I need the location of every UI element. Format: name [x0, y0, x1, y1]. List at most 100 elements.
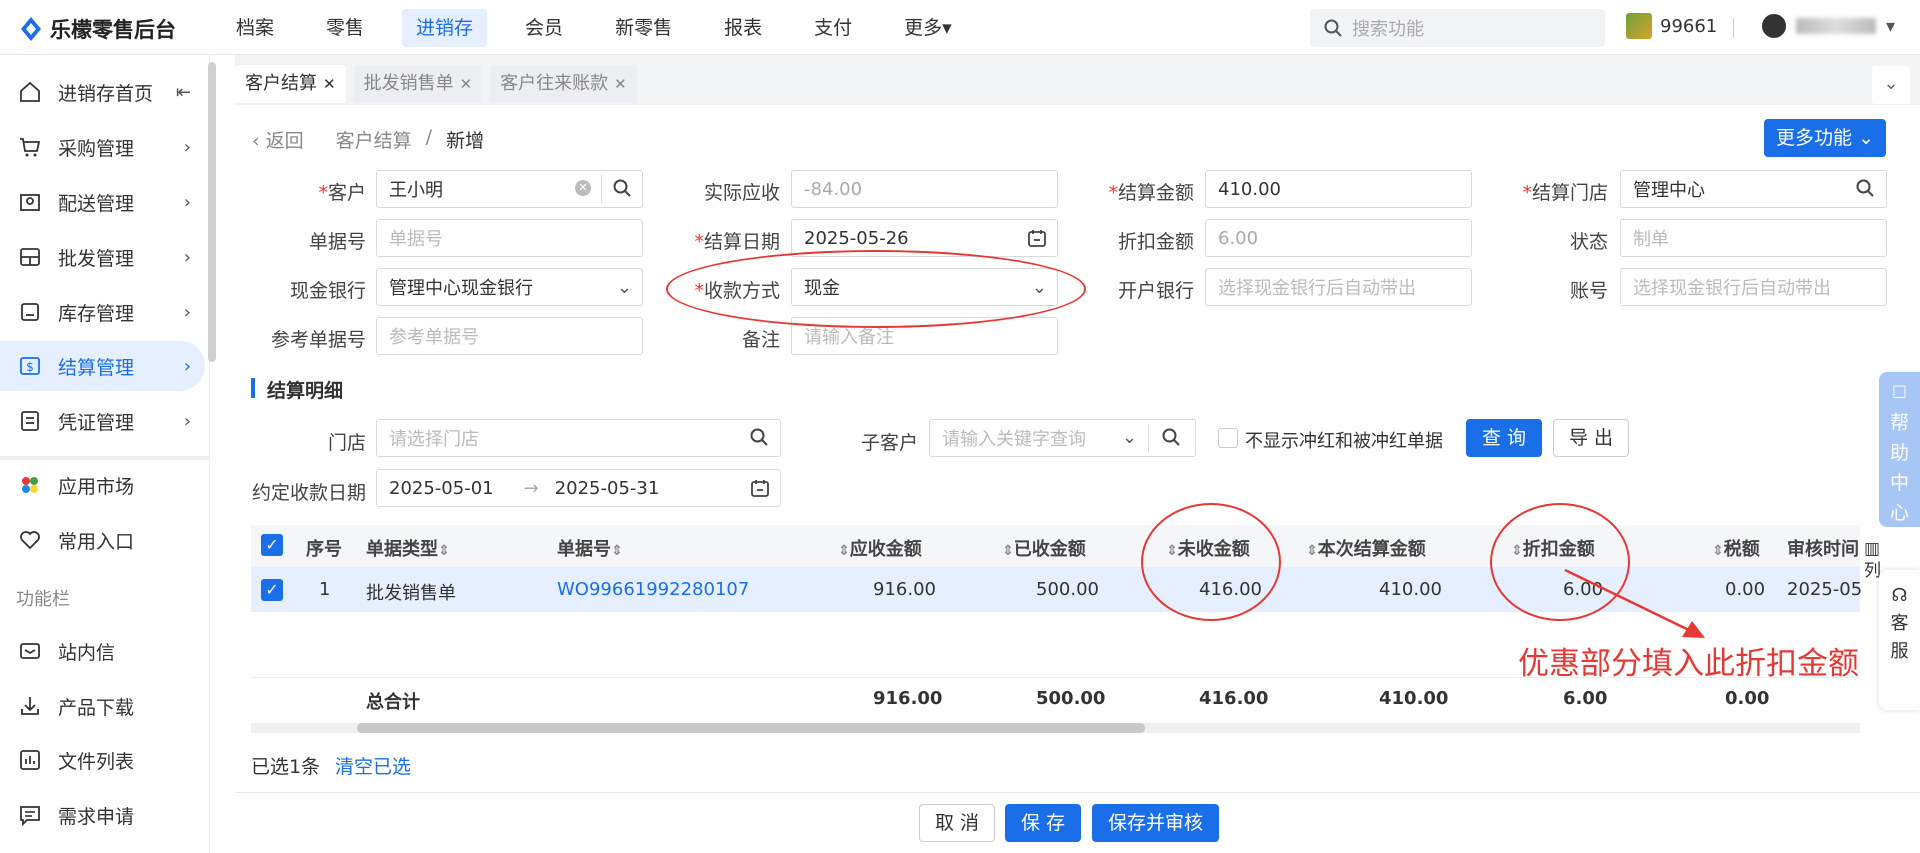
filter-store-field[interactable]: 请选择门店	[376, 419, 781, 457]
sub-customer-field[interactable]: 请输入关键字查询 ⌄	[929, 419, 1196, 457]
sidebar-item-label: 库存管理	[58, 302, 135, 325]
app-logo[interactable]: 乐檬零售后台	[20, 14, 176, 44]
store-switcher[interactable]: 99661	[1626, 13, 1717, 39]
tab-customer-settlement[interactable]: 客户结算 ✕	[235, 65, 346, 103]
close-icon[interactable]: ✕	[614, 75, 627, 93]
row-checkbox[interactable]: ✓	[261, 579, 283, 601]
sort-icon[interactable]: ⇕	[438, 543, 450, 559]
sidebar-scrollbar[interactable]	[208, 62, 216, 362]
query-button[interactable]: 查 询	[1466, 419, 1542, 457]
account-field: 选择现金银行后自动带出	[1620, 268, 1887, 306]
col-no[interactable]: 单据号⇕	[557, 535, 623, 561]
customer-label-text: 客户	[327, 182, 366, 204]
horizontal-scrollbar[interactable]	[357, 723, 1145, 733]
nav-item-report[interactable]: 报表	[710, 9, 776, 47]
nav-item-archive[interactable]: 档案	[222, 9, 288, 47]
sidebar-item-label: 常用入口	[58, 530, 135, 553]
sidebar-item-app-market[interactable]: 应用市场	[0, 460, 205, 510]
collapse-icon[interactable]: ⇤	[176, 82, 191, 103]
due-date-range[interactable]: 2025-05-01 → 2025-05-31	[376, 469, 781, 507]
search-icon[interactable]	[1856, 179, 1874, 202]
col-settle[interactable]: ⇕本次结算金额	[1306, 535, 1426, 561]
nav-item-more[interactable]: 更多▾	[890, 9, 966, 47]
cash-bank-select[interactable]: 管理中心现金银行 ⌄	[376, 268, 643, 306]
user-menu[interactable]: ▾	[1762, 14, 1895, 38]
back-link[interactable]: ‹ 返回	[252, 126, 304, 153]
sort-icon[interactable]: ⇕	[1002, 543, 1014, 559]
sidebar-item-download[interactable]: 产品下载	[0, 681, 205, 731]
total-unreceived: 416.00	[1199, 688, 1269, 709]
sort-icon[interactable]: ⇕	[1306, 543, 1318, 559]
customer-service-button[interactable]: ☊ 客服	[1879, 570, 1920, 710]
select-all-checkbox[interactable]: ✓	[261, 534, 283, 556]
settle-amount-field[interactable]: 410.00	[1205, 170, 1472, 208]
status-placeholder: 制单	[1633, 229, 1669, 250]
clear-selection-link[interactable]: 清空已选	[335, 752, 411, 779]
customer-label: *客户	[270, 178, 366, 205]
sort-icon[interactable]: ⇕	[611, 543, 623, 559]
sidebar-item-voucher[interactable]: 凭证管理 ›	[0, 396, 205, 446]
col-no-label: 单据号	[557, 539, 611, 560]
chevron-right-icon: ›	[183, 247, 191, 268]
hide-red-checkbox[interactable]	[1218, 428, 1238, 448]
sort-icon[interactable]: ⇕	[1712, 543, 1724, 559]
nav-item-new-retail[interactable]: 新零售	[601, 9, 686, 47]
cell-settle[interactable]: 410.00	[1379, 579, 1442, 600]
sidebar-item-wholesale[interactable]: 批发管理 ›	[0, 232, 205, 282]
page-tabs: 客户结算 ✕ 批发销售单 ✕ 客户往来账款 ✕	[235, 65, 645, 105]
due-date-label: 约定收款日期	[251, 482, 366, 504]
doc-no-field[interactable]: 单据号	[376, 219, 643, 257]
nav-item-retail[interactable]: 零售	[312, 9, 378, 47]
col-type[interactable]: 单据类型⇕	[366, 535, 450, 561]
cell-doc-link[interactable]: WO99661992280107	[557, 579, 749, 600]
settle-store-field[interactable]: 管理中心	[1620, 170, 1887, 208]
ref-no-field[interactable]: 参考单据号	[376, 317, 643, 355]
app-title: 乐檬零售后台	[50, 18, 176, 42]
sidebar-item-settlement[interactable]: $ 结算管理 ›	[0, 341, 205, 391]
tab-wholesale-sales[interactable]: 批发销售单 ✕	[353, 65, 483, 103]
cash-bank-value: 管理中心现金银行	[389, 278, 533, 299]
search-icon[interactable]	[613, 179, 631, 202]
clear-icon[interactable]: ✕	[575, 180, 591, 196]
settle-amount-label-text: 结算金额	[1117, 182, 1194, 204]
nav-item-inventory[interactable]: 进销存	[402, 9, 488, 47]
tabs-dropdown-button[interactable]: ⌄	[1872, 66, 1910, 104]
search-icon[interactable]	[750, 428, 768, 451]
customer-field[interactable]: 王小明 ✕	[376, 170, 643, 208]
col-received[interactable]: ⇕已收金额	[1002, 535, 1086, 561]
sidebar-item-stock[interactable]: 库存管理 ›	[0, 287, 205, 337]
date-from: 2025-05-01	[389, 477, 494, 499]
cancel-button[interactable]: 取 消	[919, 804, 995, 842]
close-icon[interactable]: ✕	[323, 75, 336, 93]
sidebar-item-inventory-home[interactable]: 进销存首页 ⇤	[0, 67, 205, 117]
sidebar-item-requests[interactable]: 需求申请	[0, 790, 205, 840]
col-tax[interactable]: ⇕税额	[1712, 535, 1760, 561]
sort-icon[interactable]: ⇕	[838, 543, 850, 559]
calendar-icon[interactable]	[1027, 228, 1047, 253]
sidebar-item-messages[interactable]: 站内信	[0, 626, 205, 676]
breadcrumb-parent[interactable]: 客户结算	[336, 126, 412, 153]
chevron-right-icon: ›	[183, 137, 191, 158]
tab-customer-accounts[interactable]: 客户往来账款 ✕	[490, 65, 637, 103]
col-receivable[interactable]: ⇕应收金额	[838, 535, 922, 561]
sidebar-item-shortcuts[interactable]: 常用入口	[0, 515, 205, 565]
section-marker	[251, 378, 255, 398]
sidebar-item-label: 站内信	[58, 641, 116, 664]
sidebar-item-label: 进销存首页	[58, 82, 154, 105]
nav-item-payment[interactable]: 支付	[800, 9, 866, 47]
save-button[interactable]: 保 存	[1005, 804, 1081, 842]
sidebar-item-files[interactable]: 文件列表	[0, 735, 205, 785]
breadcrumb-current: 新增	[446, 130, 485, 152]
sidebar-item-distribution[interactable]: 配送管理 ›	[0, 177, 205, 227]
calendar-icon[interactable]	[750, 478, 770, 503]
chevron-down-icon[interactable]: ⌄	[1122, 427, 1137, 448]
close-icon[interactable]: ✕	[460, 75, 473, 93]
more-functions-button[interactable]: 更多功能 ⌄	[1764, 119, 1886, 157]
nav-item-member[interactable]: 会员	[511, 9, 577, 47]
search-input[interactable]: 搜索功能	[1310, 9, 1605, 47]
export-button[interactable]: 导 出	[1553, 419, 1629, 457]
search-icon[interactable]	[1162, 428, 1180, 451]
sidebar-item-purchase[interactable]: 采购管理 ›	[0, 122, 205, 172]
save-and-audit-button[interactable]: 保存并审核	[1092, 804, 1219, 842]
help-center-button[interactable]: ☐ 帮助中心	[1879, 372, 1920, 527]
